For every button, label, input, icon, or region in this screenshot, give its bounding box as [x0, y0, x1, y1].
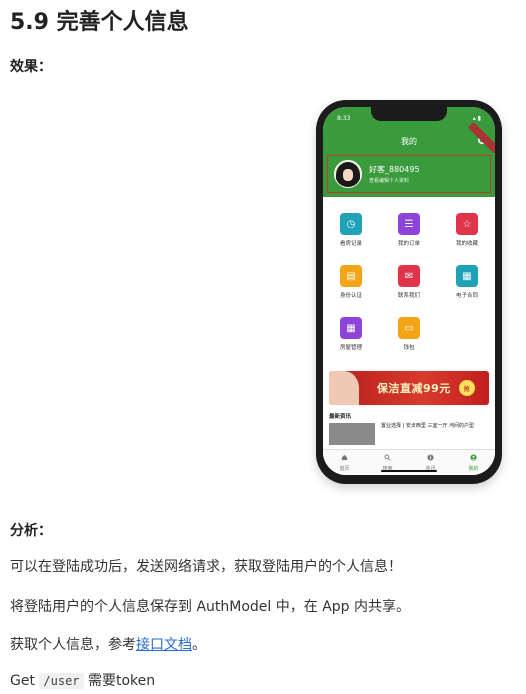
grid-label: 我的订单 [397, 241, 420, 247]
paragraph-1: 可以在登陆成功后，发送网络请求，获取登陆用户的个人信息！ [10, 559, 402, 575]
grid-item-contract[interactable]: ▦ 电子合同 [439, 265, 495, 299]
avatar [334, 160, 362, 188]
tab-label: 我的 [468, 466, 479, 472]
banner-text: 保洁直减99元 [377, 382, 451, 395]
grid-item-identity[interactable]: ▤ 身份认证 [323, 265, 379, 299]
grid-label: 电子合同 [455, 293, 478, 299]
banner-grab-button[interactable]: 抢 [458, 380, 475, 396]
tab-mine[interactable]: 我的 [452, 450, 495, 475]
grid-item-orders[interactable]: ☰ 我的订单 [381, 213, 437, 247]
star-icon: ☆ [456, 213, 478, 235]
news-thumbnail [329, 423, 375, 445]
user-icon [470, 454, 477, 461]
news-item-text: 置业选择 | 安贞西里 三室一厅 河间的户型 [381, 423, 475, 429]
tab-label: 首页 [339, 466, 350, 472]
id-icon: ▤ [340, 265, 362, 287]
grid-item-view-history[interactable]: ◷ 看房记录 [323, 213, 379, 247]
grid-icon: ▦ [340, 317, 362, 339]
paragraph-4: Get /user 需要token [10, 670, 155, 690]
phone-screenshot: 8:33 ▴ ▮ 我的 好客_880495 查看编辑个人资料 ◷ 看房记录 ☰ … [316, 100, 502, 484]
paragraph-3: 获取个人信息，参考接口文档。 [10, 634, 206, 654]
phone-notch [371, 107, 447, 121]
grid-item-wallet[interactable]: ▭ 钱包 [381, 317, 437, 351]
list-icon: ☰ [398, 213, 420, 235]
tab-home[interactable]: 首页 [323, 450, 366, 475]
grid-item-favorites[interactable]: ☆ 我的收藏 [439, 213, 495, 247]
api-docs-link[interactable]: 接口文档 [136, 637, 192, 653]
feature-grid: ◷ 看房记录 ☰ 我的订单 ☆ 我的收藏 ▤ 身份认证 ✉ 联系我们 ▦ 电子合… [323, 197, 495, 351]
promo-banner[interactable]: 保洁直减99元 抢 [329, 371, 489, 405]
status-icons: ▴ ▮ [472, 114, 481, 122]
news-title: 最新资讯 [329, 414, 352, 420]
grid-label: 联系我们 [397, 293, 420, 299]
search-icon [384, 454, 391, 461]
app-title: 我的 [401, 136, 417, 146]
grid-label: 钱包 [403, 345, 415, 351]
grid-item-contact[interactable]: ✉ 联系我们 [381, 265, 437, 299]
para4-prefix: Get [10, 673, 40, 689]
username: 好客_880495 [369, 165, 420, 174]
analysis-label: 分析： [10, 523, 52, 539]
home-icon [341, 454, 348, 461]
grid-label: 我的收藏 [455, 241, 478, 247]
paragraph-2: 将登陆用户的个人信息保存到 AuthModel 中，在 App 内共享。 [10, 599, 410, 615]
clock-icon: ◷ [340, 213, 362, 235]
section-heading: 5.9 完善个人信息 [10, 10, 189, 35]
para3-suffix: 。 [192, 637, 206, 653]
grid-label: 身份认证 [339, 293, 362, 299]
contract-icon: ▦ [456, 265, 478, 287]
profile-header[interactable]: 好客_880495 查看编辑个人资料 [323, 153, 495, 197]
chat-icon: ✉ [398, 265, 420, 287]
grid-label: 房屋管理 [339, 345, 362, 351]
para3-prefix: 获取个人信息，参考 [10, 637, 136, 653]
status-time: 8:33 [337, 114, 351, 122]
home-indicator [381, 469, 437, 472]
effect-label: 效果： [10, 59, 52, 75]
banner-person-image [329, 371, 359, 405]
phone-screen: 8:33 ▴ ▮ 我的 好客_880495 查看编辑个人资料 ◷ 看房记录 ☰ … [323, 107, 495, 475]
profile-hint: 查看编辑个人资料 [369, 178, 410, 184]
info-icon [427, 454, 434, 461]
grid-label: 看房记录 [339, 241, 362, 247]
wallet-icon: ▭ [398, 317, 420, 339]
inline-code: /user [39, 673, 84, 689]
para4-suffix: 需要token [83, 673, 156, 689]
profile-card[interactable]: 好客_880495 查看编辑个人资料 [327, 155, 491, 193]
grid-item-house-manage[interactable]: ▦ 房屋管理 [323, 317, 379, 351]
app-bar: 我的 [323, 122, 495, 156]
news-item[interactable]: 置业选择 | 安贞西里 三室一厅 河间的户型 [329, 423, 489, 445]
